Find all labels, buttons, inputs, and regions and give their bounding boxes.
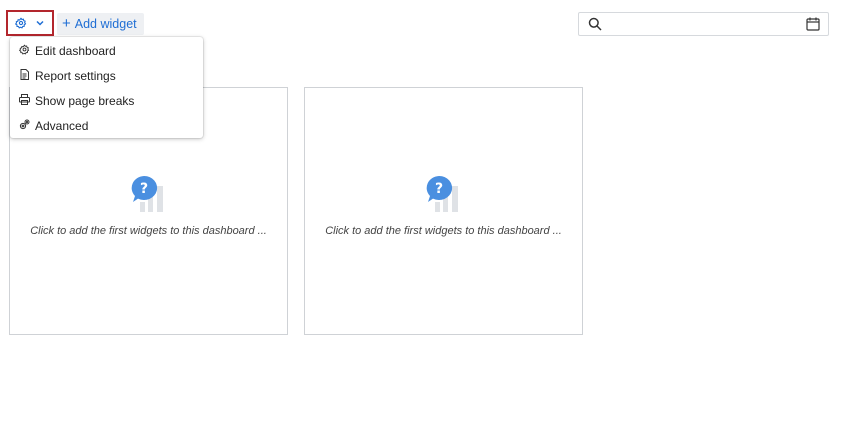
dashboard-page: + Add widget Edit dashboard Report setti… bbox=[0, 0, 850, 425]
gear-icon bbox=[19, 44, 30, 58]
widget-hint: Click to add the first widgets to this d… bbox=[30, 225, 267, 237]
menu-item-show-page-breaks[interactable]: Show page breaks bbox=[10, 88, 203, 113]
gears-icon bbox=[19, 119, 30, 133]
widget-hint: Click to add the first widgets to this d… bbox=[325, 225, 562, 237]
svg-text:?: ? bbox=[140, 181, 148, 197]
settings-menu: Edit dashboard Report settings Show page… bbox=[10, 37, 203, 138]
gear-icon bbox=[15, 17, 27, 29]
menu-item-label: Show page breaks bbox=[35, 93, 135, 108]
search-field[interactable] bbox=[578, 12, 829, 36]
printer-icon bbox=[19, 93, 30, 108]
menu-item-label: Report settings bbox=[35, 68, 116, 83]
chevron-down-icon bbox=[35, 18, 45, 28]
document-icon bbox=[19, 68, 30, 83]
settings-dropdown-button[interactable] bbox=[6, 10, 54, 36]
question-chart-icon: ? bbox=[130, 175, 170, 219]
calendar-icon[interactable] bbox=[806, 17, 820, 36]
search-input[interactable] bbox=[609, 15, 803, 35]
menu-item-edit-dashboard[interactable]: Edit dashboard bbox=[10, 38, 203, 63]
widget-placeholder[interactable]: ? Click to add the first widgets to this… bbox=[304, 87, 583, 335]
search-icon bbox=[588, 17, 602, 36]
plus-icon: + bbox=[62, 15, 71, 32]
svg-text:?: ? bbox=[435, 181, 443, 197]
menu-item-report-settings[interactable]: Report settings bbox=[10, 63, 203, 88]
menu-item-label: Edit dashboard bbox=[35, 43, 116, 58]
add-widget-button[interactable]: + Add widget bbox=[57, 13, 144, 35]
add-widget-label: Add widget bbox=[74, 17, 137, 31]
question-chart-icon: ? bbox=[425, 175, 465, 219]
menu-item-label: Advanced bbox=[35, 118, 89, 133]
menu-item-advanced[interactable]: Advanced bbox=[10, 113, 203, 138]
